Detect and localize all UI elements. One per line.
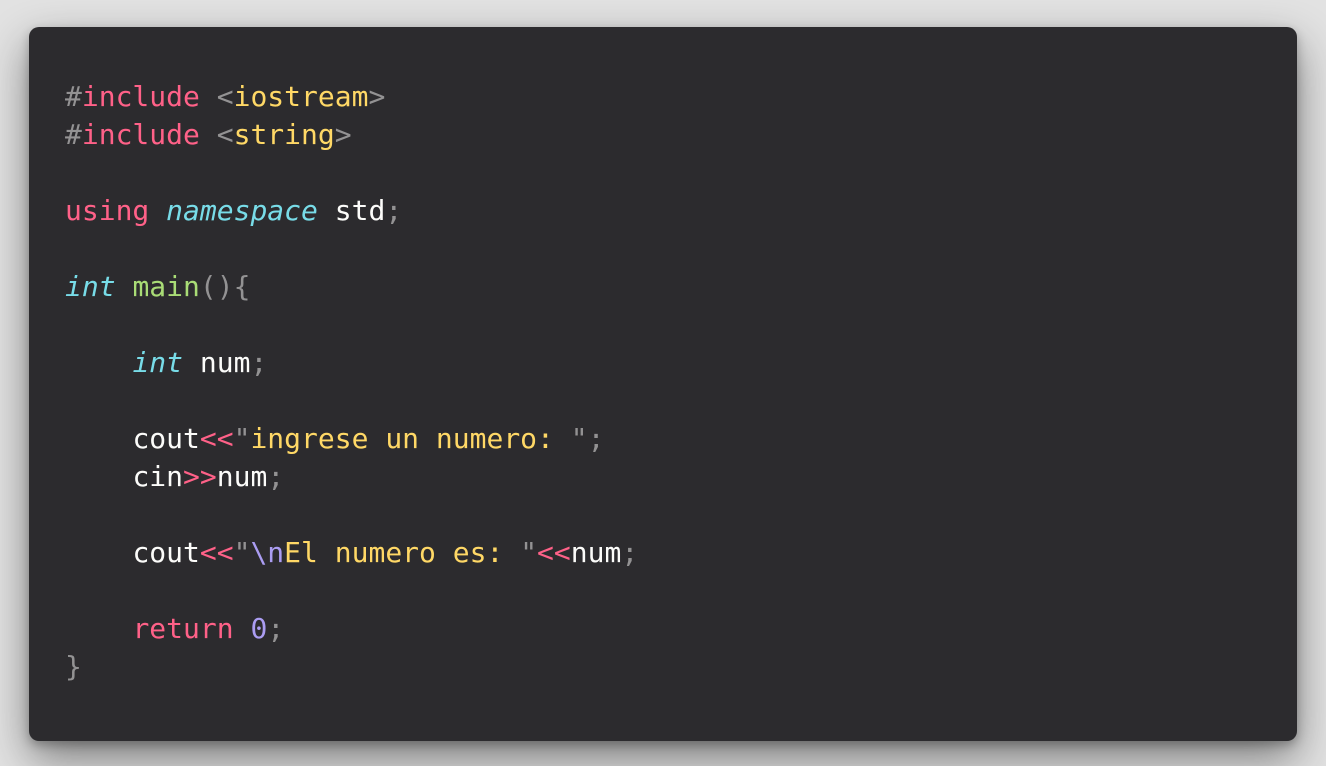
code-line: ​ bbox=[65, 496, 638, 534]
code-token: num bbox=[199, 346, 251, 379]
code-line: int num; bbox=[65, 344, 638, 382]
code-line: cout<<"ingrese un numero: "; bbox=[65, 420, 638, 458]
code-line: int main(){ bbox=[65, 268, 638, 306]
code-token: using bbox=[65, 194, 150, 227]
code-line: return 0; bbox=[65, 610, 638, 648]
code-block: #include <iostream>#include <string>​usi… bbox=[65, 78, 638, 686]
code-token: return bbox=[132, 612, 234, 645]
code-line: ​ bbox=[65, 306, 638, 344]
code-token: cin bbox=[132, 460, 184, 493]
code-line: using namespace std; bbox=[65, 192, 638, 230]
code-token: ; bbox=[250, 346, 268, 379]
code-line: } bbox=[65, 648, 638, 686]
code-line: cout<<"\nEl numero es: "<<num; bbox=[65, 534, 638, 572]
code-token: < bbox=[216, 118, 234, 151]
code-token: \n bbox=[250, 536, 285, 569]
code-token: El numero es: bbox=[284, 536, 521, 569]
code-token: >> bbox=[183, 460, 217, 493]
code-token: ingrese un numero: bbox=[250, 422, 571, 455]
code-token: ; bbox=[267, 460, 285, 493]
code-token: 0 bbox=[250, 612, 268, 645]
code-token: > bbox=[334, 118, 352, 151]
code-line: cin>>num; bbox=[65, 458, 638, 496]
code-token: (){ bbox=[199, 270, 251, 303]
code-token: iostream bbox=[233, 80, 369, 113]
code-token: int bbox=[132, 346, 184, 379]
code-token: " bbox=[233, 536, 251, 569]
code-token: " bbox=[520, 536, 538, 569]
code-token: include bbox=[81, 80, 200, 113]
code-token: # bbox=[65, 80, 82, 113]
code-token: << bbox=[537, 536, 571, 569]
code-token: ; bbox=[267, 612, 285, 645]
code-token: int bbox=[65, 270, 116, 303]
code-token: ; bbox=[621, 536, 639, 569]
code-line: ​ bbox=[65, 572, 638, 610]
code-token: std bbox=[334, 194, 386, 227]
code-token: namespace bbox=[166, 194, 318, 227]
code-token: > bbox=[368, 80, 386, 113]
code-line: ​ bbox=[65, 382, 638, 420]
code-token: ; bbox=[385, 194, 403, 227]
code-line: #include <string> bbox=[65, 116, 638, 154]
code-token: # bbox=[65, 118, 82, 151]
code-token: include bbox=[81, 118, 200, 151]
code-token: " bbox=[570, 422, 588, 455]
code-token: } bbox=[65, 650, 82, 683]
code-token: cout bbox=[132, 422, 200, 455]
code-snippet-window: #include <iostream>#include <string>​usi… bbox=[29, 27, 1297, 741]
code-token: ; bbox=[587, 422, 605, 455]
code-line: ​ bbox=[65, 230, 638, 268]
code-token: string bbox=[233, 118, 335, 151]
code-token: cout bbox=[132, 536, 200, 569]
code-token: < bbox=[216, 80, 234, 113]
code-line: #include <iostream> bbox=[65, 78, 638, 116]
code-token: main bbox=[132, 270, 200, 303]
code-token: " bbox=[233, 422, 251, 455]
code-token: num bbox=[570, 536, 622, 569]
code-line: ​ bbox=[65, 154, 638, 192]
code-token: num bbox=[216, 460, 268, 493]
code-token: << bbox=[199, 536, 234, 569]
code-token: << bbox=[199, 422, 234, 455]
